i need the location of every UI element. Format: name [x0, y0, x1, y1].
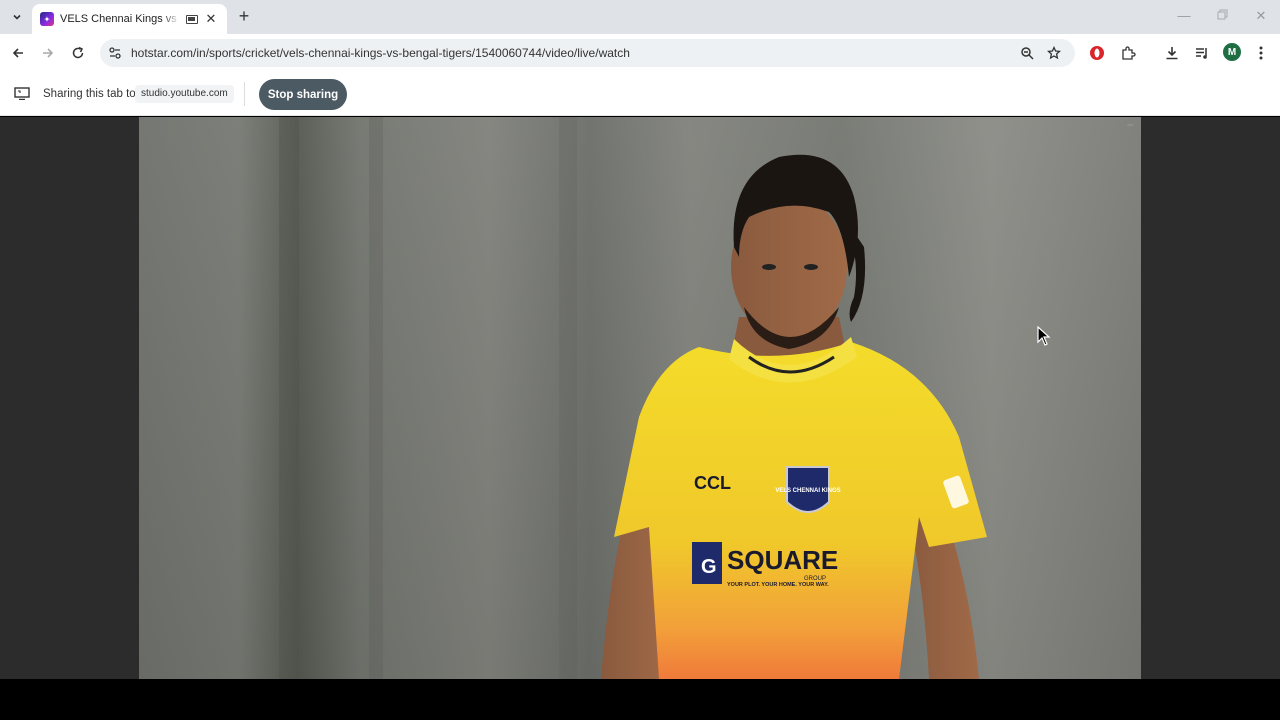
bookmark-star-icon [1047, 46, 1061, 60]
opera-icon [1090, 46, 1104, 60]
cursor-icon [1037, 326, 1051, 346]
browser-menu-button[interactable] [1252, 44, 1270, 62]
divider [244, 82, 245, 106]
reload-button[interactable] [68, 43, 88, 63]
downloads-button[interactable] [1163, 44, 1181, 62]
jersey-tagline: YOUR PLOT. YOUR HOME. YOUR WAY. [727, 582, 829, 588]
team-badge-text: VELS CHENNAI KINGS [775, 488, 840, 494]
jersey-brand-text: SQUARE [727, 545, 838, 575]
sharing-label: Sharing this tab to [43, 88, 136, 100]
reload-icon [72, 46, 84, 59]
bookmark-button[interactable] [1046, 45, 1062, 61]
close-icon: ✕ [1255, 8, 1267, 23]
media-control-icon [1196, 48, 1207, 59]
download-icon [1166, 47, 1178, 60]
taskbar-area [0, 679, 1280, 720]
screen-sharing-bar: Sharing this tab to studio.youtube.com S… [0, 72, 1280, 116]
plus-icon: + [238, 6, 250, 26]
url-text: hotstar.com/in/sports/cricket/vels-chenn… [131, 46, 630, 60]
profile-avatar[interactable]: M [1223, 43, 1241, 61]
restore-icon [1217, 9, 1227, 20]
extensions-button[interactable] [1119, 44, 1137, 62]
tab-strip: ✦ VELS Chennai Kings vs Bengal Tigers ✕ … [0, 0, 1280, 34]
forward-icon [43, 48, 54, 58]
zoom-button[interactable] [1019, 45, 1035, 61]
video-frame-player-image: CCL VELS CHENNAI KINGS G SQUARE GROUP YO… [279, 117, 987, 679]
site-info-icon[interactable] [108, 46, 122, 60]
media-icon[interactable] [186, 14, 198, 24]
menu-icon [1259, 46, 1263, 60]
active-tab[interactable]: ✦ VELS Chennai Kings vs Bengal Tigers ✕ [32, 4, 227, 34]
tab-search-button[interactable] [6, 6, 28, 28]
back-icon [12, 48, 23, 58]
sharing-target[interactable]: studio.youtube.com [135, 85, 234, 103]
stop-sharing-button[interactable]: Stop sharing [259, 79, 347, 110]
tab-title: VELS Chennai Kings vs Bengal Tigers [60, 13, 180, 25]
page-viewport: •••• CCL VELS CHENNAI KINGS G SQUARE GRO… [0, 117, 1280, 679]
close-window-button[interactable]: ✕ [1251, 8, 1271, 24]
zoom-icon [1021, 47, 1034, 60]
back-button[interactable] [8, 43, 28, 63]
hotstar-favicon-icon: ✦ [40, 12, 54, 26]
restore-button[interactable] [1212, 8, 1232, 23]
media-control-button[interactable] [1193, 44, 1211, 62]
browser-toolbar: hotstar.com/in/sports/cricket/vels-chenn… [0, 34, 1280, 72]
jersey-sponsor-text: CCL [694, 473, 731, 493]
new-tab-button[interactable]: + [234, 6, 254, 26]
extensions-icon [1122, 46, 1136, 60]
jersey-brand-letter: G [701, 556, 717, 578]
address-bar[interactable]: hotstar.com/in/sports/cricket/vels-chenn… [100, 39, 1075, 67]
minimize-icon: — [1177, 8, 1191, 23]
chevron-down-icon [13, 14, 21, 20]
close-icon[interactable]: ✕ [204, 11, 218, 27]
opera-extension-button[interactable] [1088, 44, 1106, 62]
screen-share-icon [14, 87, 30, 100]
video-player[interactable]: •••• CCL VELS CHENNAI KINGS G SQUARE GRO… [139, 117, 1141, 679]
minimize-button[interactable]: — [1174, 8, 1194, 23]
forward-button[interactable] [38, 43, 58, 63]
